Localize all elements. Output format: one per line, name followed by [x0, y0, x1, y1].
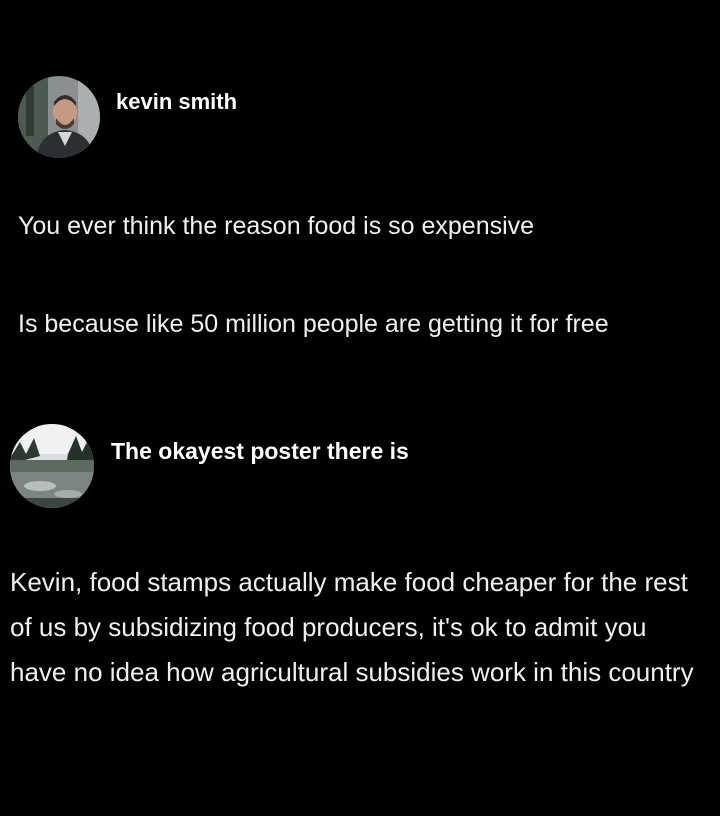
post-text: Kevin, food stamps actually make food ch…	[10, 567, 694, 687]
post-text: Is because like 50 million people are ge…	[18, 310, 609, 338]
author-name[interactable]: kevin smith	[116, 89, 237, 115]
post-header: kevin smith	[18, 76, 237, 158]
post-text: You ever think the reason food is so exp…	[18, 212, 535, 240]
avatar[interactable]	[10, 424, 94, 508]
profile-photo-man-icon	[18, 76, 100, 158]
author-name[interactable]: The okayest poster there is	[111, 438, 409, 465]
post-header: The okayest poster there is	[10, 424, 409, 508]
profile-photo-landscape-icon	[10, 424, 94, 508]
post-kevin-smith: kevin smith You ever think the reason fo…	[0, 0, 720, 400]
post-okayest-poster: The okayest poster there is Kevin, food …	[0, 400, 720, 816]
avatar[interactable]	[18, 76, 100, 158]
